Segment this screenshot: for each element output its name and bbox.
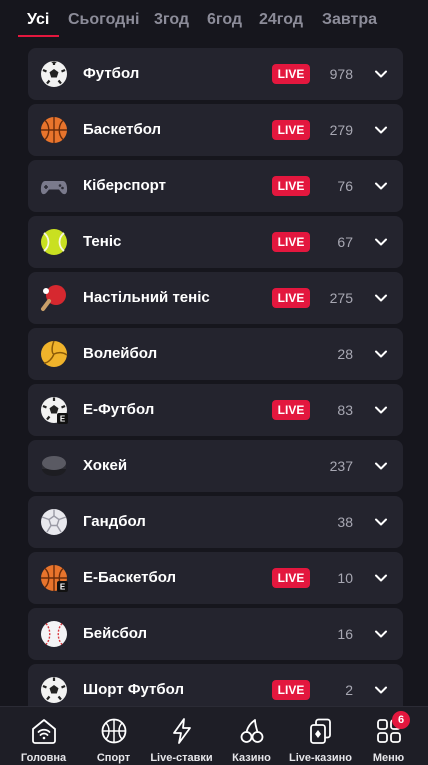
event-count: 237: [329, 458, 353, 474]
cherries-icon: [240, 719, 264, 743]
dice-cards-icon: [310, 718, 331, 744]
sport-name: Футбол: [83, 65, 140, 82]
tab-today[interactable]: Сьогодні: [68, 11, 139, 29]
handball-icon: [41, 509, 67, 535]
nav-menu[interactable]: Меню: [353, 707, 424, 765]
sport-row-volleyball[interactable]: Волейбол 28: [28, 328, 403, 380]
ping-pong-paddle-icon: [41, 285, 66, 311]
tab-tomorrow[interactable]: Завтра: [322, 11, 377, 29]
event-count: 978: [329, 66, 353, 82]
sport-row-e-football[interactable]: E Е-Футбол LIVE 83: [28, 384, 403, 436]
sport-name: Бейсбол: [83, 625, 148, 642]
nav-home[interactable]: Головна: [8, 707, 79, 765]
chevron-down-icon[interactable]: [373, 570, 389, 586]
nav-label: Спорт: [96, 752, 131, 764]
sport-name: Шорт Футбол: [83, 681, 184, 698]
tab-24h[interactable]: 24год: [259, 11, 303, 29]
chevron-down-icon[interactable]: [373, 122, 389, 138]
sport-row-handball[interactable]: Гандбол 38: [28, 496, 403, 548]
nav-label: Меню: [372, 752, 405, 764]
nav-sport[interactable]: Спорт: [78, 707, 149, 765]
svg-text:E: E: [60, 583, 66, 592]
chevron-down-icon[interactable]: [373, 346, 389, 362]
event-count: 76: [337, 178, 353, 194]
svg-text:E: E: [60, 415, 66, 424]
nav-label: Live-ставки: [150, 752, 213, 764]
nav-live-bets[interactable]: Live-ставки: [146, 707, 217, 765]
sport-row-basketball[interactable]: Баскетбол LIVE 279: [28, 104, 403, 156]
event-count: 28: [337, 346, 353, 362]
event-count: 279: [329, 122, 353, 138]
sport-row-hockey[interactable]: Хокей 237: [28, 440, 403, 492]
short-soccer-icon: [41, 677, 67, 703]
chevron-down-icon[interactable]: [373, 290, 389, 306]
live-badge: LIVE: [272, 680, 310, 700]
event-count: 16: [337, 626, 353, 642]
live-badge: LIVE: [272, 232, 310, 252]
live-badge: LIVE: [272, 568, 310, 588]
sports-list: Футбол LIVE 978 Баскетбол LIVE 279 Кібер…: [0, 40, 428, 706]
live-badge: LIVE: [272, 120, 310, 140]
sport-name: Гандбол: [83, 513, 146, 530]
event-count: 38: [337, 514, 353, 530]
event-count: 275: [329, 290, 353, 306]
nav-casino[interactable]: Казино: [216, 707, 287, 765]
live-badge: LIVE: [272, 288, 310, 308]
sport-row-tennis[interactable]: Теніс LIVE 67: [28, 216, 403, 268]
sport-row-short-football[interactable]: Шорт Футбол LIVE 2: [28, 664, 403, 706]
e-basketball-icon: E: [41, 565, 68, 592]
nav-live-casino[interactable]: Live-казино: [285, 707, 356, 765]
sport-name: Хокей: [83, 457, 128, 474]
hockey-puck-icon: [42, 456, 66, 476]
lightning-icon: [173, 718, 191, 744]
gamepad-icon: [40, 181, 68, 195]
chevron-down-icon[interactable]: [373, 458, 389, 474]
sport-name: Теніс: [83, 233, 122, 250]
event-count: 83: [337, 402, 353, 418]
sport-name: Е-Футбол: [83, 401, 155, 418]
sport-name: Волейбол: [83, 345, 158, 362]
chevron-down-icon[interactable]: [373, 682, 389, 698]
home-wifi-icon: [32, 719, 56, 744]
chevron-down-icon[interactable]: [373, 514, 389, 530]
active-tab-indicator: [18, 35, 59, 37]
chevron-down-icon[interactable]: [373, 234, 389, 250]
tab-all[interactable]: Усі: [27, 11, 49, 29]
baseball-icon: [41, 621, 67, 647]
nav-label: Live-казино: [288, 752, 353, 764]
live-badge: LIVE: [272, 176, 310, 196]
sport-name: Настільний теніс: [83, 289, 210, 306]
sport-row-esports[interactable]: Кіберспорт LIVE 76: [28, 160, 403, 212]
sport-row-e-basketball[interactable]: E Е-Баскетбол LIVE 10: [28, 552, 403, 604]
tab-6h[interactable]: 6год: [207, 11, 242, 29]
chevron-down-icon[interactable]: [373, 66, 389, 82]
period-tabs: Усі Сьогодні 3год 6год 24год Завтра: [0, 0, 428, 40]
basketball-icon: [41, 117, 67, 143]
live-badge: LIVE: [272, 64, 310, 84]
sport-row-football[interactable]: Футбол LIVE 978: [28, 48, 403, 100]
nav-label: Казино: [232, 752, 271, 764]
bottom-navigation: Головна Спорт Live-ставки Казино Live-ка…: [0, 706, 428, 765]
e-soccer-icon: E: [41, 397, 68, 424]
sport-ball-icon: [101, 718, 127, 744]
sport-name: Е-Баскетбол: [83, 569, 177, 586]
sport-name: Баскетбол: [83, 121, 162, 138]
chevron-down-icon[interactable]: [373, 626, 389, 642]
nav-label: Головна: [20, 752, 67, 764]
chevron-down-icon[interactable]: [373, 402, 389, 418]
tennis-ball-icon: [41, 229, 67, 255]
menu-notification-badge: 6: [392, 711, 410, 729]
volleyball-icon: [41, 340, 68, 367]
event-count: 67: [337, 234, 353, 250]
sport-row-table-tennis[interactable]: Настільний теніс LIVE 275: [28, 272, 403, 324]
event-count: 10: [337, 570, 353, 586]
event-count: 2: [345, 682, 353, 698]
sport-row-baseball[interactable]: Бейсбол 16: [28, 608, 403, 660]
chevron-down-icon[interactable]: [373, 178, 389, 194]
tab-3h[interactable]: 3год: [154, 11, 189, 29]
soccer-ball-icon: [41, 61, 67, 87]
sport-name: Кіберспорт: [83, 177, 166, 194]
live-badge: LIVE: [272, 400, 310, 420]
